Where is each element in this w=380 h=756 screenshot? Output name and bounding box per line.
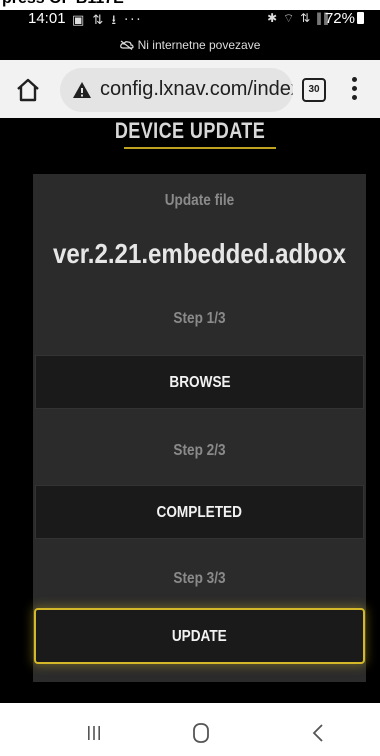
status-bar: 14:01 ▣ ⇅ ⭳ ··· ✱ ⌔ ⇅ ‖‖ 72% Ni internet… bbox=[0, 10, 380, 60]
notification-icons: ▣ ⇅ ⭳ ··· bbox=[72, 13, 143, 28]
completed-button-label: COMPLETED bbox=[156, 504, 243, 521]
offline-notice: Ni internetne povezave bbox=[0, 38, 380, 52]
warning-icon[interactable] bbox=[72, 80, 92, 100]
offline-text: Ni internetne povezave bbox=[137, 38, 261, 52]
update-filename: ver.2.21.embedded.adbox bbox=[52, 238, 347, 269]
no-cloud-icon bbox=[119, 40, 134, 50]
update-button-label: UPDATE bbox=[172, 628, 227, 645]
battery-percentage: 72% bbox=[324, 10, 355, 27]
update-button[interactable]: UPDATE bbox=[34, 608, 365, 664]
more-menu-icon[interactable] bbox=[350, 74, 358, 104]
signal-icons: ✱ ⌔ ⇅ ‖‖ bbox=[267, 11, 330, 25]
page-title: DEVICE UPDATE bbox=[114, 118, 266, 143]
system-navigation-bar bbox=[0, 703, 380, 756]
browse-button[interactable]: BROWSE bbox=[35, 355, 364, 409]
home-nav-icon[interactable] bbox=[192, 722, 210, 744]
browse-button-label: BROWSE bbox=[168, 374, 231, 391]
back-icon[interactable] bbox=[312, 723, 324, 743]
step-3-label: Step 3/3 bbox=[173, 570, 226, 587]
update-file-label: Update file bbox=[164, 192, 235, 209]
battery-icon bbox=[357, 12, 364, 24]
browser-toolbar: config.lxnav.com/index.l 30 bbox=[0, 60, 380, 118]
title-underline bbox=[124, 147, 276, 149]
tab-switcher-button[interactable]: 30 bbox=[302, 78, 326, 102]
completed-button[interactable]: COMPLETED bbox=[35, 485, 364, 539]
battery-indicator: 72% bbox=[325, 10, 364, 27]
recent-apps-icon[interactable] bbox=[86, 725, 102, 741]
step-1-label: Step 1/3 bbox=[173, 310, 226, 327]
status-time: 14:01 bbox=[28, 10, 66, 27]
url-text: config.lxnav.com/index.l bbox=[100, 78, 293, 100]
url-bar[interactable]: config.lxnav.com/index.l bbox=[60, 68, 293, 112]
home-icon[interactable] bbox=[14, 76, 42, 104]
cropped-caption: press OF B117E bbox=[0, 0, 380, 10]
caption-text: press OF B117E bbox=[2, 0, 124, 8]
page-content: DEVICE UPDATE Update file ver.2.21.embed… bbox=[0, 118, 380, 703]
update-panel: Update file ver.2.21.embedded.adbox Step… bbox=[33, 174, 366, 682]
step-2-label: Step 2/3 bbox=[173, 442, 226, 459]
